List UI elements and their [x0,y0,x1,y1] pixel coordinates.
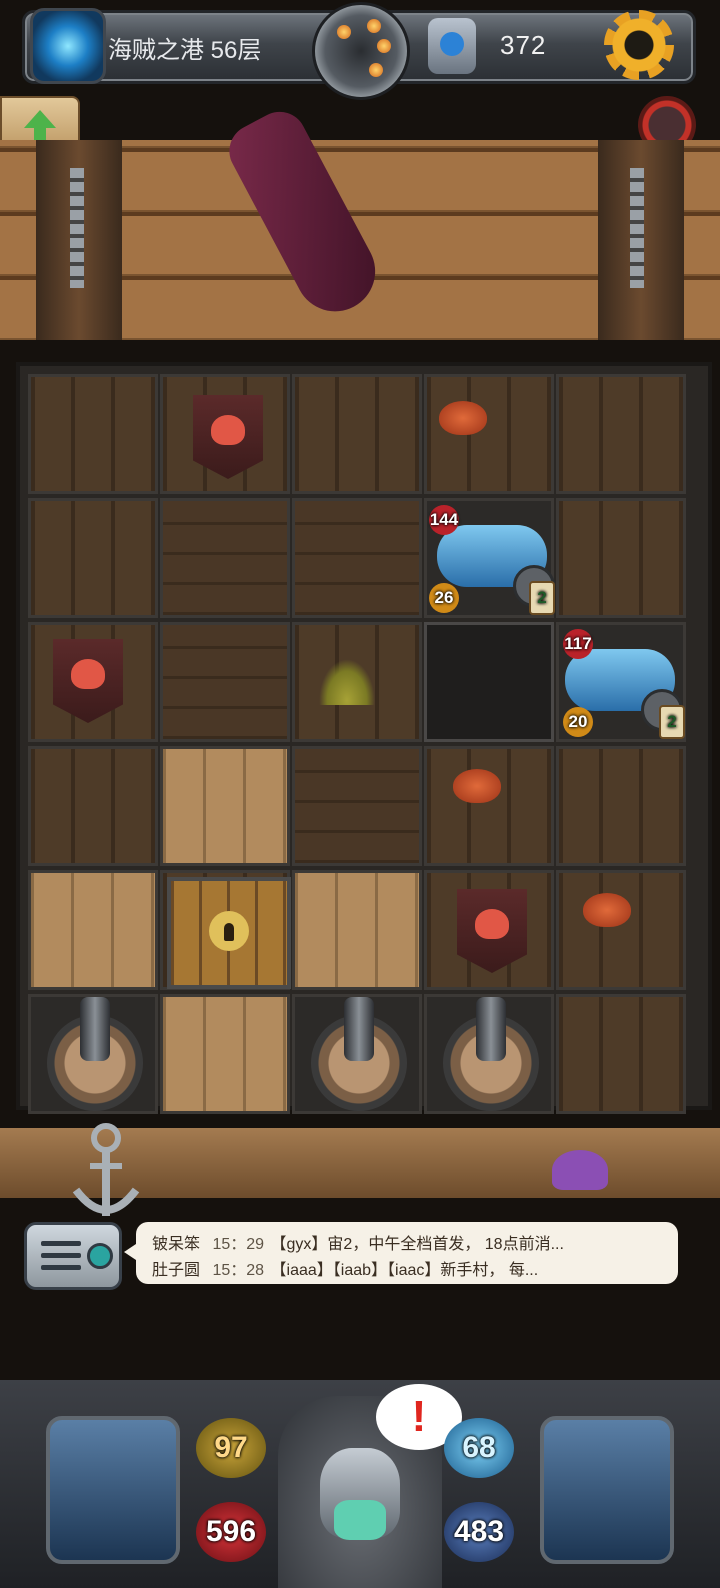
boar-banner-icon[interactable] [53,639,123,723]
octopus-icon[interactable] [552,1150,608,1190]
floor-tile[interactable] [424,870,554,990]
floor-tile[interactable] [424,746,554,866]
cannon-turret-tile[interactable] [28,994,158,1114]
chat-message: 肚子圆 15：28 【iaaa】【iaab】【iaac】新手村， 每... [152,1256,538,1280]
trapdoor-tile[interactable] [424,622,554,742]
locked-door[interactable] [167,877,291,989]
cannon-turret-icon[interactable] [443,997,539,1111]
chat-panel[interactable]: 铍呆笨 15：29 【gyx】宙2，中午全档首发， 18点前消... 肚子圆 1… [124,1222,678,1284]
floor-tile[interactable] [160,498,290,618]
chat-text: 【gyx】宙2，中午全档首发， 18点前消... [270,1236,564,1253]
enemy-level: 2 [529,581,555,615]
floor-tile[interactable] [292,746,422,866]
floor-tile[interactable] [160,622,290,742]
chat-time: 15：29 [212,1236,265,1253]
enemy-tile[interactable]: 117 20 2 [556,622,686,742]
enemy-defense: 26 [429,583,459,613]
floor-tile[interactable] [556,746,686,866]
currency-count: 372 [500,30,547,60]
wooden-wall-tile[interactable] [28,870,158,990]
floor-tile[interactable] [28,498,158,618]
enemy-defense: 20 [563,707,593,737]
player-attack: 97 [196,1418,266,1478]
floor-tile[interactable] [28,374,158,494]
gem-icon [428,18,476,74]
floor-title: 海贼之港 56层 [108,37,262,64]
chat-message: 铍呆笨 15：29 【gyx】宙2，中午全档首发， 18点前消... [152,1230,564,1254]
dungeon-grid: 144 26 2 117 20 2 [16,362,712,1114]
enemy-level: 2 [659,705,685,739]
player-hp: 596 [196,1502,266,1562]
floor-tile[interactable] [28,746,158,866]
keyhole-icon [209,911,249,951]
cannon-turret-icon[interactable] [47,997,143,1111]
cannon-turret-tile[interactable] [292,994,422,1114]
seaweed-icon[interactable] [319,659,375,705]
chat-text: 【iaaa】【iaab】【iaac】新手村， 每... [270,1262,539,1279]
boar-banner-icon[interactable] [457,889,527,973]
boar-banner-icon[interactable] [193,395,263,479]
cannon-turret-icon[interactable] [311,997,407,1111]
crab-icon[interactable] [453,769,501,803]
floor-tile[interactable] [292,374,422,494]
locked-door-tile[interactable] [160,870,291,990]
equipment-slot-button[interactable] [46,1416,180,1564]
enemy-attack: 117 [563,629,593,659]
chat-radio-button[interactable] [24,1222,122,1290]
floor-tile[interactable] [28,622,158,742]
chat-sender: 肚子圆 [152,1262,201,1279]
wooden-wall-tile[interactable] [160,994,290,1114]
floor-tile[interactable] [160,374,290,494]
floor-tile[interactable] [292,622,422,742]
enemy-tile[interactable]: 144 26 2 [424,498,555,618]
wooden-wall-tile[interactable] [160,746,290,866]
chain-right [630,168,644,288]
player-mp: 483 [444,1502,514,1562]
player-defense: 68 [444,1418,514,1478]
crab-icon[interactable] [439,401,487,435]
floor-tile[interactable] [556,498,686,618]
floor-tile[interactable] [424,374,554,494]
floor-tile[interactable] [556,994,686,1114]
portal-icon[interactable] [30,8,106,84]
enemy-attack: 144 [429,505,459,535]
floor-tile[interactable] [292,498,422,618]
anchor-icon [72,1123,140,1216]
floor-tile[interactable] [556,374,686,494]
chat-sender: 铍呆笨 [152,1236,201,1253]
floor-tile[interactable] [556,870,686,990]
cannon-turret-tile[interactable] [424,994,554,1114]
inventory-scroll-button[interactable] [540,1416,674,1564]
bomb-medallion-icon[interactable] [312,2,410,100]
chat-time: 15：28 [212,1262,265,1279]
crab-icon[interactable] [583,893,631,927]
chain-left [70,168,84,288]
wooden-wall-tile[interactable] [292,870,422,990]
gear-icon[interactable] [604,10,674,80]
hero-face [334,1500,386,1540]
